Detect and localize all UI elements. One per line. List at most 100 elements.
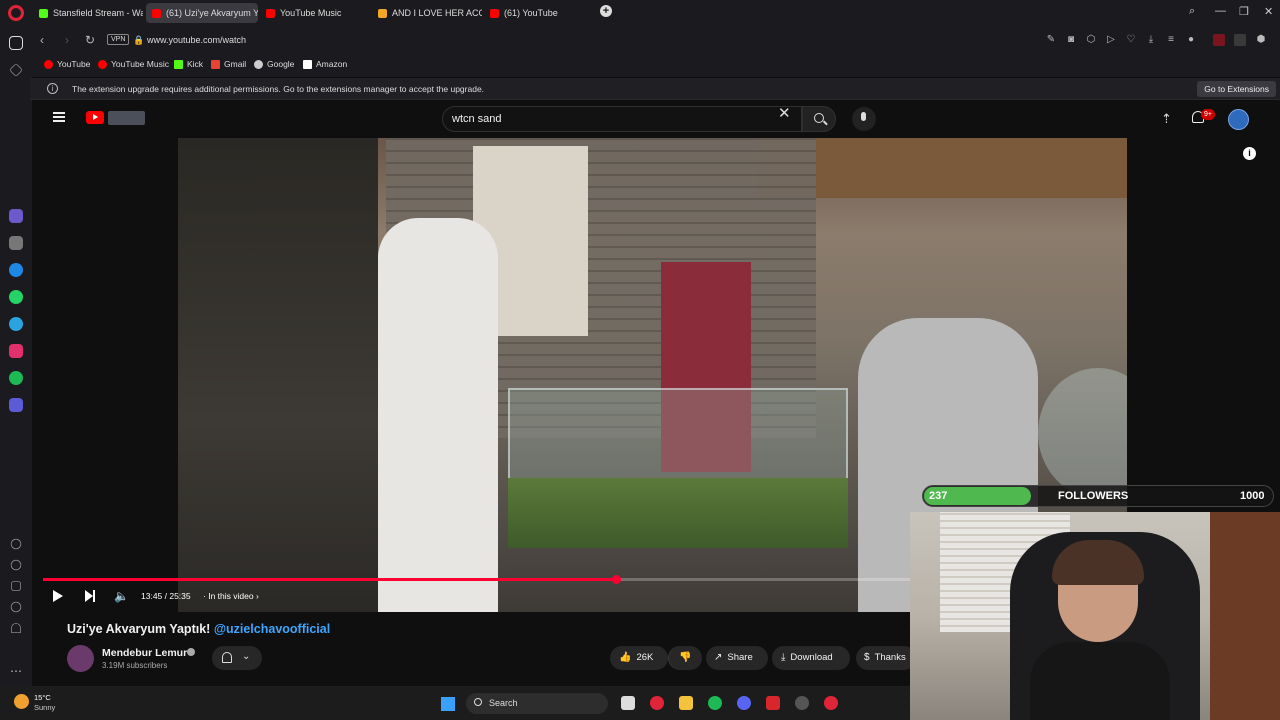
extensions-puzzle-icon[interactable]: ⬢	[1255, 34, 1267, 46]
opera-logo-icon[interactable]	[8, 5, 24, 21]
video-scene-window	[178, 138, 378, 612]
subscribed-bell-button[interactable]: ⌄	[212, 646, 262, 670]
account-avatar[interactable]	[1228, 109, 1249, 130]
spotify-taskbar-icon[interactable]	[708, 696, 722, 710]
taskbar-search-box[interactable]: Search	[466, 693, 608, 714]
close-window-icon[interactable]: ✕	[1264, 5, 1273, 18]
hamburger-menu-icon[interactable]	[53, 112, 65, 122]
spotify-icon[interactable]	[9, 371, 23, 385]
tab-label: (61) YouTube	[504, 8, 558, 18]
go-to-extensions-button[interactable]: Go to Extensions	[1197, 81, 1276, 97]
task-view-icon[interactable]	[621, 696, 635, 710]
steam-icon[interactable]	[795, 696, 809, 710]
scrubber-handle[interactable]	[611, 575, 621, 584]
bookmark-gmail[interactable]: Gmail	[211, 59, 246, 69]
upload-icon[interactable]: ⇡	[1161, 111, 1172, 127]
maximize-icon[interactable]: ❐	[1239, 5, 1249, 18]
youtube-country-badge[interactable]	[108, 111, 145, 125]
thanks-button[interactable]: $ Thanks	[856, 646, 916, 670]
history-icon[interactable]	[10, 559, 22, 571]
like-button[interactable]: 👍 26K	[610, 646, 668, 670]
tab-current-video[interactable]: (61) Uzi'ye Akvaryum Yaptı	[146, 3, 258, 23]
bookmark-youtube-music[interactable]: YouTube Music	[98, 59, 169, 69]
heart-icon[interactable]	[10, 538, 22, 550]
bookmark-kick[interactable]: Kick	[174, 59, 203, 69]
pinboard-icon[interactable]	[9, 63, 23, 77]
back-icon[interactable]: ‹	[40, 33, 44, 47]
youtube-logo-icon[interactable]	[86, 111, 104, 124]
info-icon: i	[47, 83, 58, 94]
channel-avatar[interactable]	[67, 645, 94, 672]
url-field[interactable]: www.youtube.com/watch	[147, 35, 246, 45]
weather-sun-icon[interactable]	[14, 694, 29, 709]
reload-icon[interactable]: ↻	[85, 33, 95, 47]
player-icon[interactable]	[9, 398, 23, 412]
tab-and-i-love-her[interactable]: AND I LOVE HER ACOUST	[372, 3, 482, 23]
app-red-icon[interactable]	[766, 696, 780, 710]
camera-icon[interactable]: ◙	[1065, 34, 1077, 46]
more-icon[interactable]: ⋯	[9, 665, 23, 680]
youtube-favicon-icon	[490, 8, 499, 18]
file-explorer-icon[interactable]	[679, 696, 693, 710]
aria-icon[interactable]	[9, 209, 23, 223]
opera-gx-icon[interactable]	[824, 696, 838, 710]
discord-icon[interactable]	[737, 696, 751, 710]
lock-icon[interactable]: 🔒	[133, 35, 144, 46]
lightbulb-icon[interactable]	[11, 623, 21, 633]
video-info-icon[interactable]: i	[1243, 147, 1256, 160]
play-button-icon[interactable]	[53, 590, 63, 602]
channel-name[interactable]: Mendebur Lemur	[102, 647, 187, 659]
webcam-door	[1210, 512, 1280, 720]
edit-icon[interactable]: ✎	[1045, 34, 1057, 46]
whatsapp-icon[interactable]	[9, 290, 23, 304]
tab-youtube-music[interactable]: YouTube Music	[260, 3, 370, 23]
favorite-icon[interactable]: ♡	[1125, 34, 1137, 46]
bookmark-google[interactable]: Google	[254, 59, 294, 69]
download-icon[interactable]: ⤓	[1145, 34, 1157, 46]
volume-icon[interactable]: 🔈	[114, 589, 129, 603]
share-button[interactable]: ↗ Share	[706, 646, 768, 670]
play-icon[interactable]: ▷	[1105, 34, 1117, 46]
bag-icon[interactable]	[9, 236, 23, 250]
video-scene-aquascape	[508, 478, 848, 548]
instagram-icon[interactable]	[9, 344, 23, 358]
extension-dark-icon[interactable]	[1234, 34, 1246, 46]
next-video-icon[interactable]	[85, 590, 95, 602]
menu-icon[interactable]: ≡	[1165, 34, 1177, 46]
download-arrow-icon: ⤓	[781, 652, 786, 663]
forward-icon[interactable]: ›	[65, 33, 69, 47]
tab-stansfield[interactable]: Stansfield Stream - Watch	[33, 3, 143, 23]
chapter-link[interactable]: · In this video ›	[203, 591, 259, 601]
followers-label: FOLLOWERS	[1058, 490, 1129, 502]
bookmark-label: YouTube Music	[111, 59, 169, 69]
profile-icon[interactable]: ●	[1185, 34, 1197, 46]
extensions-icon[interactable]	[11, 581, 21, 591]
video-title: Uzi'ye Akvaryum Yaptık! @uzielchavooffic…	[67, 622, 330, 636]
bookmark-youtube[interactable]: YouTube	[44, 59, 90, 69]
minimize-icon[interactable]: —	[1215, 5, 1226, 17]
vpn-badge[interactable]: VPN	[107, 34, 130, 45]
taskbar-search-label: Search	[489, 698, 518, 708]
mention-link[interactable]: @uzielchavoofficial	[214, 622, 330, 636]
cube-icon[interactable]: ⬡	[1085, 34, 1097, 46]
opera-taskbar-icon[interactable]	[650, 696, 664, 710]
dislike-button[interactable]: 👎	[668, 646, 702, 670]
new-tab-button[interactable]: +	[600, 5, 612, 17]
download-button[interactable]: ⤓ Download	[772, 646, 850, 670]
search-button[interactable]	[802, 106, 836, 132]
windows-start-icon[interactable]	[441, 697, 455, 711]
tab-search-icon[interactable]: ⌕	[1189, 5, 1195, 18]
tab-label: YouTube Music	[280, 8, 342, 18]
extension-red-icon[interactable]	[1213, 34, 1225, 46]
search-input[interactable]: wtcn sand	[442, 106, 802, 132]
settings-icon[interactable]	[10, 601, 22, 613]
clear-search-icon[interactable]: ✕	[778, 106, 791, 121]
home-icon[interactable]	[9, 36, 23, 50]
bookmark-amazon[interactable]: Amazon	[303, 59, 347, 69]
address-bar: ‹ › ↻ VPN 🔒 www.youtube.com/watch ✎ ◙ ⬡ …	[30, 26, 1280, 55]
thumbs-up-icon: 👍	[619, 652, 632, 663]
telegram-icon[interactable]	[9, 317, 23, 331]
voice-search-button[interactable]	[852, 107, 876, 131]
tab-youtube[interactable]: (61) YouTube	[484, 3, 594, 23]
messenger-icon[interactable]	[9, 263, 23, 277]
